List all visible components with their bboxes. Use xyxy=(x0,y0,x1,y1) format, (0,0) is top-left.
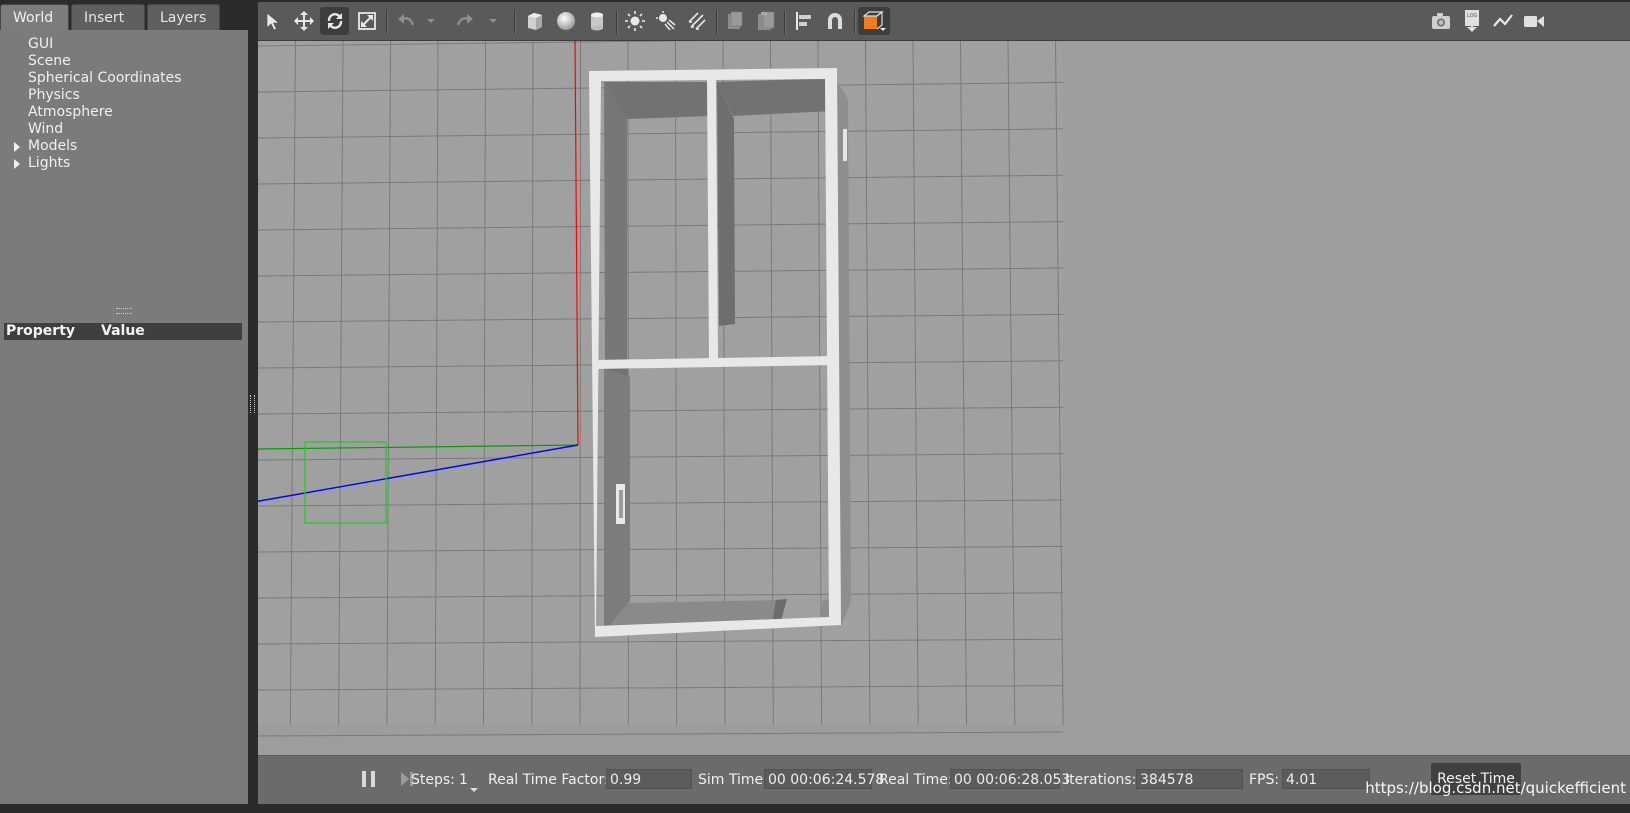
video-record-icon[interactable] xyxy=(1519,7,1548,35)
tree-item-spherical-coordinates[interactable]: Spherical Coordinates xyxy=(0,70,248,87)
align-icon[interactable] xyxy=(789,7,818,35)
expand-arrow-icon[interactable] xyxy=(14,159,20,169)
pause-icon[interactable] xyxy=(362,771,376,787)
fps-field: 4.01 xyxy=(1282,769,1370,789)
tree-item-label: Lights xyxy=(28,155,71,171)
steps-label: Steps: xyxy=(411,772,455,788)
tab-insert[interactable]: Insert xyxy=(71,4,145,30)
plot-icon[interactable] xyxy=(1488,7,1517,35)
real-time-factor-label: Real Time Factor: xyxy=(488,772,609,788)
directional-light-icon[interactable] xyxy=(682,7,711,35)
log-icon[interactable]: LOG xyxy=(1457,7,1486,35)
property-column-header: Property xyxy=(6,323,76,339)
paste-icon[interactable] xyxy=(751,7,780,35)
main-toolbar: LOG xyxy=(258,2,1630,41)
property-table-header: Property Value xyxy=(4,323,242,340)
tree-item-atmosphere[interactable]: Atmosphere xyxy=(0,104,248,121)
cylinder-shape-icon[interactable] xyxy=(582,7,611,35)
world-panel: GUI Scene Spherical Coordinates Physics … xyxy=(0,30,248,804)
steps-dropdown-icon[interactable] xyxy=(469,778,479,797)
panel-splitter-handle[interactable] xyxy=(116,308,132,314)
undo-icon[interactable] xyxy=(391,7,420,35)
real-time-field: 00 00:06:28.053 xyxy=(950,769,1070,789)
sim-time-label: Sim Time: xyxy=(698,772,768,788)
tree-item-models[interactable]: Models xyxy=(0,138,248,155)
tab-layers[interactable]: Layers xyxy=(147,4,220,30)
world-tree: GUI Scene Spherical Coordinates Physics … xyxy=(0,36,248,172)
toolbar-separator xyxy=(386,10,388,34)
grid-line xyxy=(258,731,1064,737)
spot-light-icon[interactable] xyxy=(651,7,680,35)
scene-render[interactable] xyxy=(258,41,1630,755)
tree-item-label: Atmosphere xyxy=(28,104,113,120)
iterations-label: Iterations: xyxy=(1065,772,1137,788)
toolbar-separator xyxy=(716,10,718,34)
real-time-label: Real Time: xyxy=(879,772,953,788)
svg-text:LOG: LOG xyxy=(1467,13,1478,19)
toolbar-separator xyxy=(784,10,786,34)
tree-item-wind[interactable]: Wind xyxy=(0,121,248,138)
camera-screenshot-icon[interactable] xyxy=(1426,7,1455,35)
scene-viewport[interactable] xyxy=(258,41,1630,755)
tree-item-label: Wind xyxy=(28,121,64,137)
window-bottom-edge xyxy=(0,804,1630,813)
watermark-text: https://blog.csdn.net/quickefficient xyxy=(1365,779,1626,797)
scale-icon[interactable] xyxy=(352,7,381,35)
left-panel-tabs: World Insert Layers xyxy=(0,4,222,30)
real-time-factor-field: 0.99 xyxy=(606,769,692,789)
view-angle-icon[interactable] xyxy=(858,7,890,35)
undo-dropdown-icon[interactable] xyxy=(422,7,440,35)
tree-item-lights[interactable]: Lights xyxy=(0,155,248,172)
tree-item-label: Spherical Coordinates xyxy=(28,70,182,86)
tree-item-label: Physics xyxy=(28,87,80,103)
toolbar-separator xyxy=(514,10,516,34)
sphere-shape-icon[interactable] xyxy=(551,7,580,35)
sim-time-field: 00 00:06:24.578 xyxy=(764,769,884,789)
point-light-icon[interactable] xyxy=(620,7,649,35)
rotate-icon[interactable] xyxy=(320,7,349,35)
copy-icon[interactable] xyxy=(720,7,749,35)
expand-arrow-icon[interactable] xyxy=(14,142,20,152)
translate-icon[interactable] xyxy=(289,7,318,35)
tree-item-scene[interactable]: Scene xyxy=(0,53,248,70)
redo-icon[interactable] xyxy=(450,7,479,35)
redo-dropdown-icon[interactable] xyxy=(484,7,502,35)
steps-value[interactable]: 1 xyxy=(459,772,468,788)
box-shape-icon[interactable] xyxy=(520,7,549,35)
tree-item-label: Scene xyxy=(28,53,71,69)
value-column-header: Value xyxy=(101,323,145,339)
fps-label: FPS: xyxy=(1249,772,1280,788)
toolbar-separator xyxy=(616,10,618,34)
select-arrow-icon[interactable] xyxy=(258,7,287,35)
tree-item-physics[interactable]: Physics xyxy=(0,87,248,104)
tree-item-label: Models xyxy=(28,138,78,154)
panel-resize-handle[interactable] xyxy=(250,395,255,413)
toolbar-separator xyxy=(854,10,856,34)
tree-item-gui[interactable]: GUI xyxy=(0,36,248,53)
tab-world[interactable]: World xyxy=(0,4,69,30)
tree-item-label: GUI xyxy=(28,36,54,52)
snap-icon[interactable] xyxy=(820,7,849,35)
iterations-field: 384578 xyxy=(1136,769,1243,789)
